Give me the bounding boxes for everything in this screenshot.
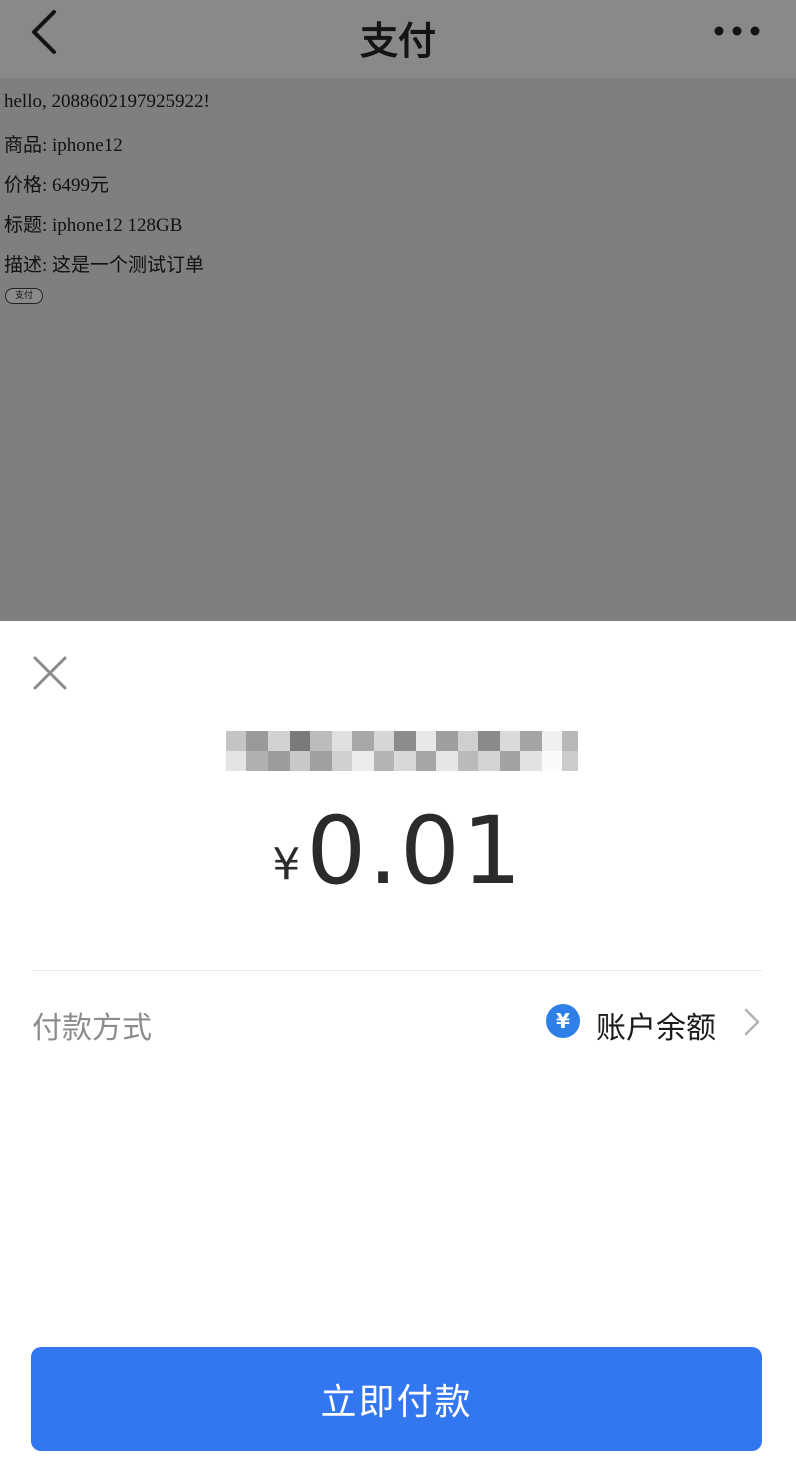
page-title: 支付 [359, 19, 436, 63]
payment-amount: ¥0.01 [0, 797, 796, 906]
navigation-bar: 支付 [0, 0, 796, 78]
payment-method-value[interactable]: 账户余额 [596, 1003, 716, 1047]
product-text: 商品: iphone12 [4, 135, 123, 156]
payment-sheet: ¥0.01 付款方式 ¥ 账户余额 立即付款 [0, 621, 796, 1474]
confirm-payment-button[interactable]: 立即付款 [31, 1347, 762, 1451]
divider [32, 970, 762, 971]
price-text: 价格: 6499元 [4, 175, 110, 196]
greeting-text: hello, 2088602197925922! [4, 91, 210, 112]
pay-button[interactable]: 支付 [5, 288, 43, 304]
currency-symbol: ¥ [272, 839, 301, 890]
close-icon[interactable] [32, 655, 68, 691]
chevron-right-icon[interactable] [742, 1007, 762, 1037]
subject-text: 标题: iphone12 128GB [4, 215, 183, 236]
payment-method-label: 付款方式 [32, 1011, 152, 1046]
more-options-icon[interactable] [710, 18, 764, 44]
order-info-page: hello, 2088602197925922! 商品: iphone12 价格… [0, 78, 796, 621]
description-text: 描述: 这是一个测试订单 [4, 255, 205, 276]
amount-value: 0.01 [306, 797, 524, 906]
balance-yen-icon: ¥ [546, 1004, 580, 1038]
merchant-name-pixelated [226, 731, 578, 771]
